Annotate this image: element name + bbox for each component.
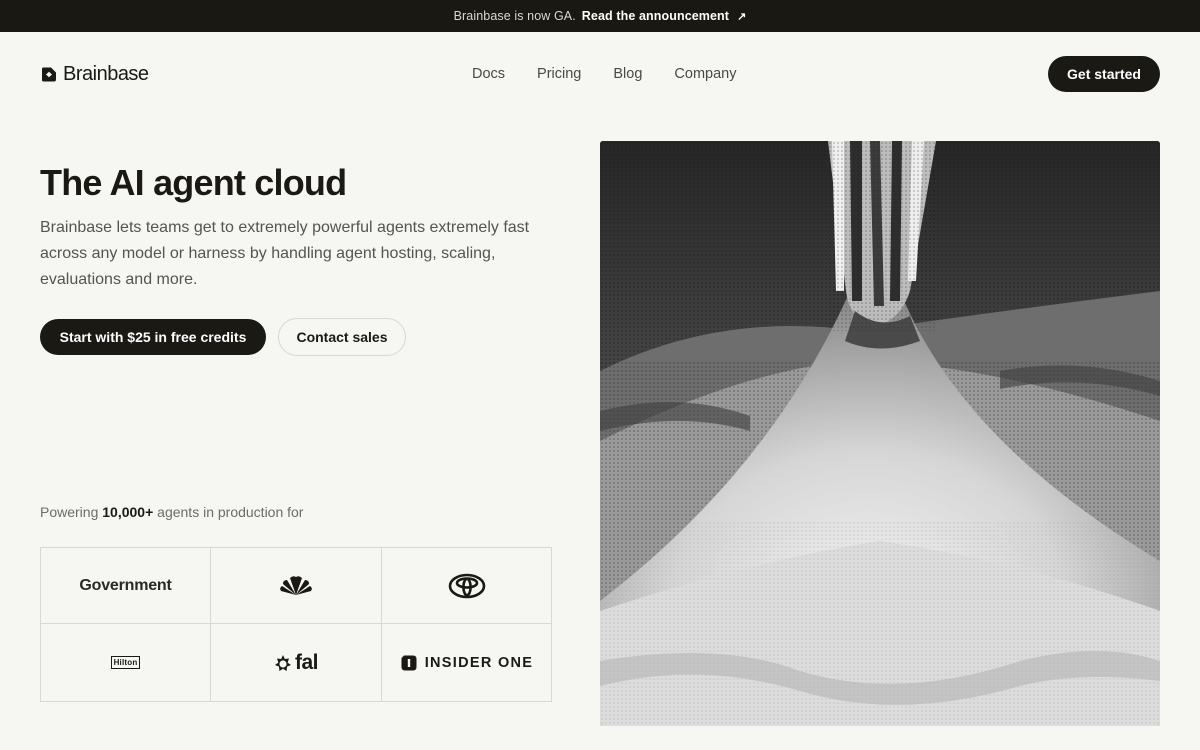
hero-description: Brainbase lets teams get to extremely po… <box>40 219 530 288</box>
customer-logo-grid: Government Hilton fal INSIDER ONE <box>40 547 552 702</box>
hero-title: The AI agent cloud <box>40 162 347 203</box>
nav-link-company[interactable]: Company <box>674 66 736 82</box>
nav-links: Docs Pricing Blog Company <box>472 66 736 82</box>
announcement-link-label: Read the announcement <box>581 9 730 23</box>
logo-cell-toyota <box>382 548 551 624</box>
agent-count: 10,000+ <box>102 504 154 520</box>
nav-link-blog[interactable]: Blog <box>613 66 642 82</box>
announcement-bar: Brainbase is now GA. Read the announceme… <box>0 0 1200 32</box>
fal-logo: fal <box>274 650 319 675</box>
hero-dither-image <box>600 141 1160 726</box>
logo-cell-fal: fal <box>211 624 382 701</box>
toyota-logo-icon <box>448 573 485 598</box>
fal-logo-text: fal <box>294 650 319 674</box>
powering-suffix: agents in production for <box>157 504 304 520</box>
brand-logo[interactable]: Brainbase <box>40 63 149 86</box>
fal-logo-icon <box>274 654 291 671</box>
brand-name: Brainbase <box>63 63 149 85</box>
insider-one-logo-text: INSIDER ONE <box>424 654 534 671</box>
announcement-link[interactable]: Read the announcement ↗ <box>582 9 747 23</box>
logo-cell-nbc <box>211 548 382 624</box>
nav-link-pricing[interactable]: Pricing <box>537 66 581 82</box>
logo-cell-hilton: Hilton <box>41 624 211 701</box>
logo-cell-insider-one: INSIDER ONE <box>382 624 551 701</box>
nav-link-docs[interactable]: Docs <box>472 66 505 82</box>
insider-one-logo: INSIDER ONE <box>400 654 534 672</box>
brainbase-logo-icon <box>42 67 56 82</box>
hilton-logo: Hilton <box>110 656 141 669</box>
get-started-button[interactable]: Get started <box>1048 56 1160 92</box>
logo-cell-government: Government <box>41 548 211 624</box>
insider-one-logo-icon <box>401 655 417 670</box>
powering-prefix: Powering <box>40 504 99 520</box>
contact-sales-button[interactable]: Contact sales <box>278 318 406 356</box>
hero-artwork <box>600 141 1160 726</box>
navbar: Brainbase Docs Pricing Blog Company Get … <box>0 32 1200 116</box>
arrow-up-right-icon: ↗ <box>737 10 747 23</box>
powering-text: Powering 10,000+ agents in production fo… <box>40 504 303 520</box>
nbc-peacock-icon <box>280 575 312 595</box>
announcement-text: Brainbase is now GA. <box>453 9 576 23</box>
free-credits-button[interactable]: Start with $25 in free credits <box>40 319 266 355</box>
government-text: Government <box>79 576 172 594</box>
